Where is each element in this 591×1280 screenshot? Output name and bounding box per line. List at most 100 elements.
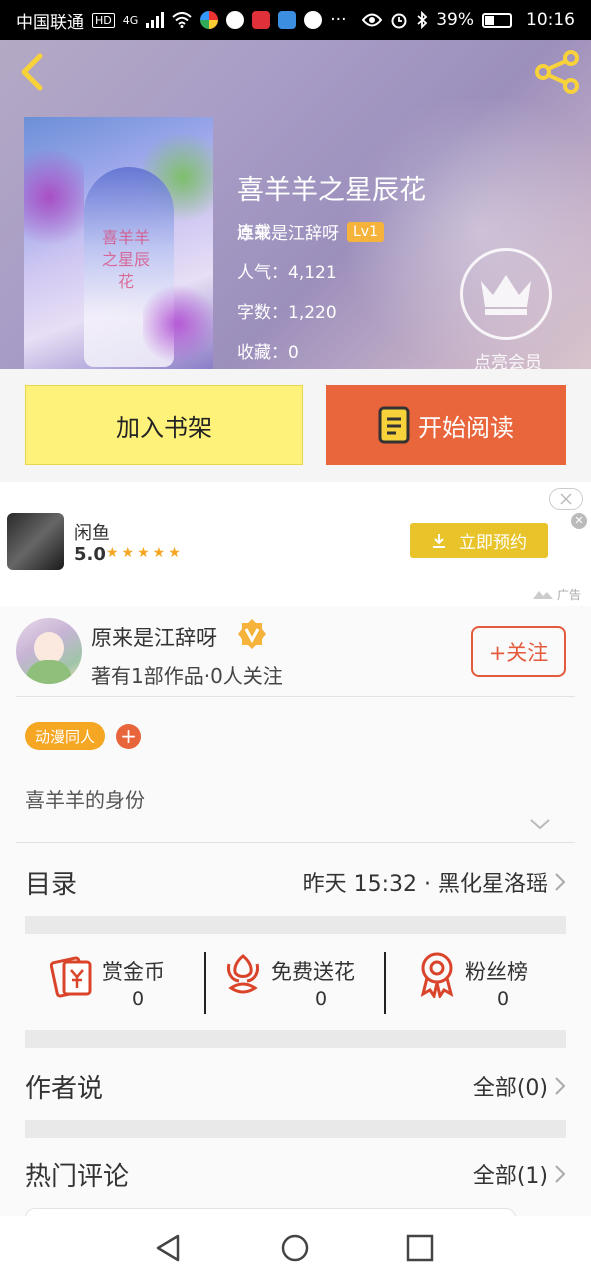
hot-comments-count: 全部(1) [473, 1158, 566, 1190]
ad-reserve-button[interactable]: 立即预约 [410, 523, 548, 558]
follow-button[interactable]: +关注 [471, 626, 566, 677]
red-envelope-icon [50, 956, 92, 998]
send-flowers-button[interactable]: 免费送花 0 [221, 936, 381, 1016]
separator [384, 952, 386, 1014]
wechat-icon [226, 11, 245, 29]
catalog-latest-chapter: 昨天 15:32 · 黑化星洛瑶 [302, 872, 548, 897]
author-card-stats: 著有1部作品·0人关注 [91, 664, 283, 688]
action-bar: 加入书架 开始阅读 [0, 369, 591, 482]
nav-home-icon[interactable] [279, 1232, 311, 1264]
chevron-right-icon [555, 1165, 566, 1183]
hot-comments-row[interactable]: 热门评论 全部(1) [25, 1152, 566, 1196]
nav-back-icon[interactable] [152, 1232, 184, 1264]
hd-badge: HD [92, 12, 115, 28]
catalog-label: 目录 [25, 869, 78, 900]
medal-icon [420, 952, 454, 998]
author-says-count: 全部(0) [473, 1070, 566, 1102]
serial-status: 连载 [237, 223, 271, 243]
battery-icon [482, 12, 512, 28]
book-cover[interactable]: 喜羊羊之星辰花 [24, 117, 213, 369]
alarm-icon [391, 13, 407, 29]
vip-button[interactable] [460, 248, 552, 340]
book-icon [378, 406, 410, 444]
favorites-label: 收藏： [237, 343, 288, 363]
book-details: 原来是江辞呀 著有1部作品·0人关注 +关注 动漫同人 + 喜羊羊的身份 目录 … [0, 606, 591, 1228]
section-separator [25, 916, 566, 934]
ad-rating: 5.0 [74, 544, 106, 565]
ad-label-text: 广告 [556, 588, 581, 602]
clock: 10:16 [526, 10, 575, 30]
separator [204, 952, 206, 1014]
flower-icon [227, 954, 259, 994]
status-bar: 中国联通 HD 4G ··· 39% 10:16 [0, 0, 591, 40]
fan-ranking-label: 粉丝榜 [465, 960, 528, 984]
stats-row: 赏金币 0 免费送花 0 粉丝榜 0 [25, 936, 566, 1016]
nav-recents-icon[interactable] [404, 1232, 436, 1264]
app-notification-icon [200, 11, 219, 29]
word-count-value: 1,220 [288, 303, 337, 323]
reward-coins-label: 赏金币 [102, 960, 165, 984]
cover-title-text: 喜羊羊之星辰花 [101, 228, 150, 291]
catalog-row[interactable]: 目录 昨天 15:32 · 黑化星洛瑶 [25, 860, 566, 904]
app-s-icon [304, 11, 323, 29]
popularity-value: 4,121 [288, 263, 337, 283]
wifi-icon [172, 12, 192, 28]
author-avatar[interactable] [16, 618, 82, 684]
fan-ranking-button[interactable]: 粉丝榜 0 [415, 936, 545, 1016]
share-icon[interactable] [533, 50, 581, 94]
start-reading-label: 开始阅读 [418, 413, 514, 442]
ad-dismiss-icon[interactable]: ✕ [571, 513, 587, 529]
add-tag-button[interactable]: + [116, 724, 141, 749]
word-count-row: 字数：1,220 [237, 298, 337, 323]
chevron-down-icon[interactable] [528, 816, 552, 832]
network-label: 4G [122, 13, 139, 27]
reward-coins-button[interactable]: 赏金币 0 [50, 936, 200, 1016]
reward-coins-value: 0 [132, 988, 145, 1010]
send-flowers-value: 0 [315, 988, 328, 1010]
popularity-label: 人气： [237, 263, 288, 283]
ad-label: 广告 [533, 586, 581, 603]
ad-banner[interactable]: ✕ 闲鱼 5.0 ★★★★★ 立即预约 广告 [0, 482, 591, 606]
avatar-body [26, 660, 72, 684]
signal-icon [146, 12, 165, 28]
ad-stars: ★★★★★ [106, 545, 184, 561]
ad-app-name: 闲鱼 [74, 523, 110, 544]
eye-icon [362, 13, 383, 27]
back-arrow-icon[interactable] [14, 52, 54, 92]
more-notifications: ··· [330, 10, 347, 30]
section-separator [25, 1120, 566, 1138]
close-icon [560, 493, 572, 505]
fan-ranking-value: 0 [497, 988, 510, 1010]
genre-tag[interactable]: 动漫同人 [25, 722, 106, 750]
divider [16, 842, 575, 843]
favorites-value: 0 [288, 343, 299, 363]
chevron-right-icon [555, 1077, 566, 1095]
start-reading-button[interactable]: 开始阅读 [326, 385, 566, 465]
bluetooth-icon [417, 11, 428, 29]
hot-comments-label: 热门评论 [25, 1161, 130, 1192]
ad-logo-icon [533, 591, 554, 599]
verified-badge-icon [238, 619, 266, 649]
author-says-row[interactable]: 作者说 全部(0) [25, 1064, 566, 1108]
catalog-latest: 昨天 15:32 · 黑化星洛瑶 [303, 866, 566, 898]
popularity-row: 人气：4,121 [237, 258, 337, 283]
word-count-label: 字数： [237, 303, 288, 323]
ad-reserve-label: 立即预约 [459, 533, 527, 553]
carrier-label: 中国联通 [16, 12, 84, 33]
add-to-shelf-button[interactable]: 加入书架 [25, 385, 303, 465]
app-red-icon [252, 11, 271, 29]
vip-label: 点亮会员 [474, 353, 542, 369]
battery-percent: 39% [436, 10, 474, 30]
cover-flowers-left [24, 137, 84, 257]
chevron-right-icon [555, 873, 566, 891]
section-separator [25, 1030, 566, 1048]
book-title: 喜羊羊之星辰花 [237, 175, 426, 206]
download-icon [433, 533, 445, 548]
author-card-name[interactable]: 原来是江辞呀 [91, 622, 217, 652]
author-says-label: 作者说 [25, 1073, 104, 1104]
favorites-row: 收藏：0 [237, 338, 299, 363]
send-flowers-label: 免费送花 [271, 960, 355, 984]
system-nav-bar [0, 1216, 591, 1280]
ad-close-button[interactable] [549, 488, 583, 510]
level-badge: Lv1 [347, 221, 384, 242]
